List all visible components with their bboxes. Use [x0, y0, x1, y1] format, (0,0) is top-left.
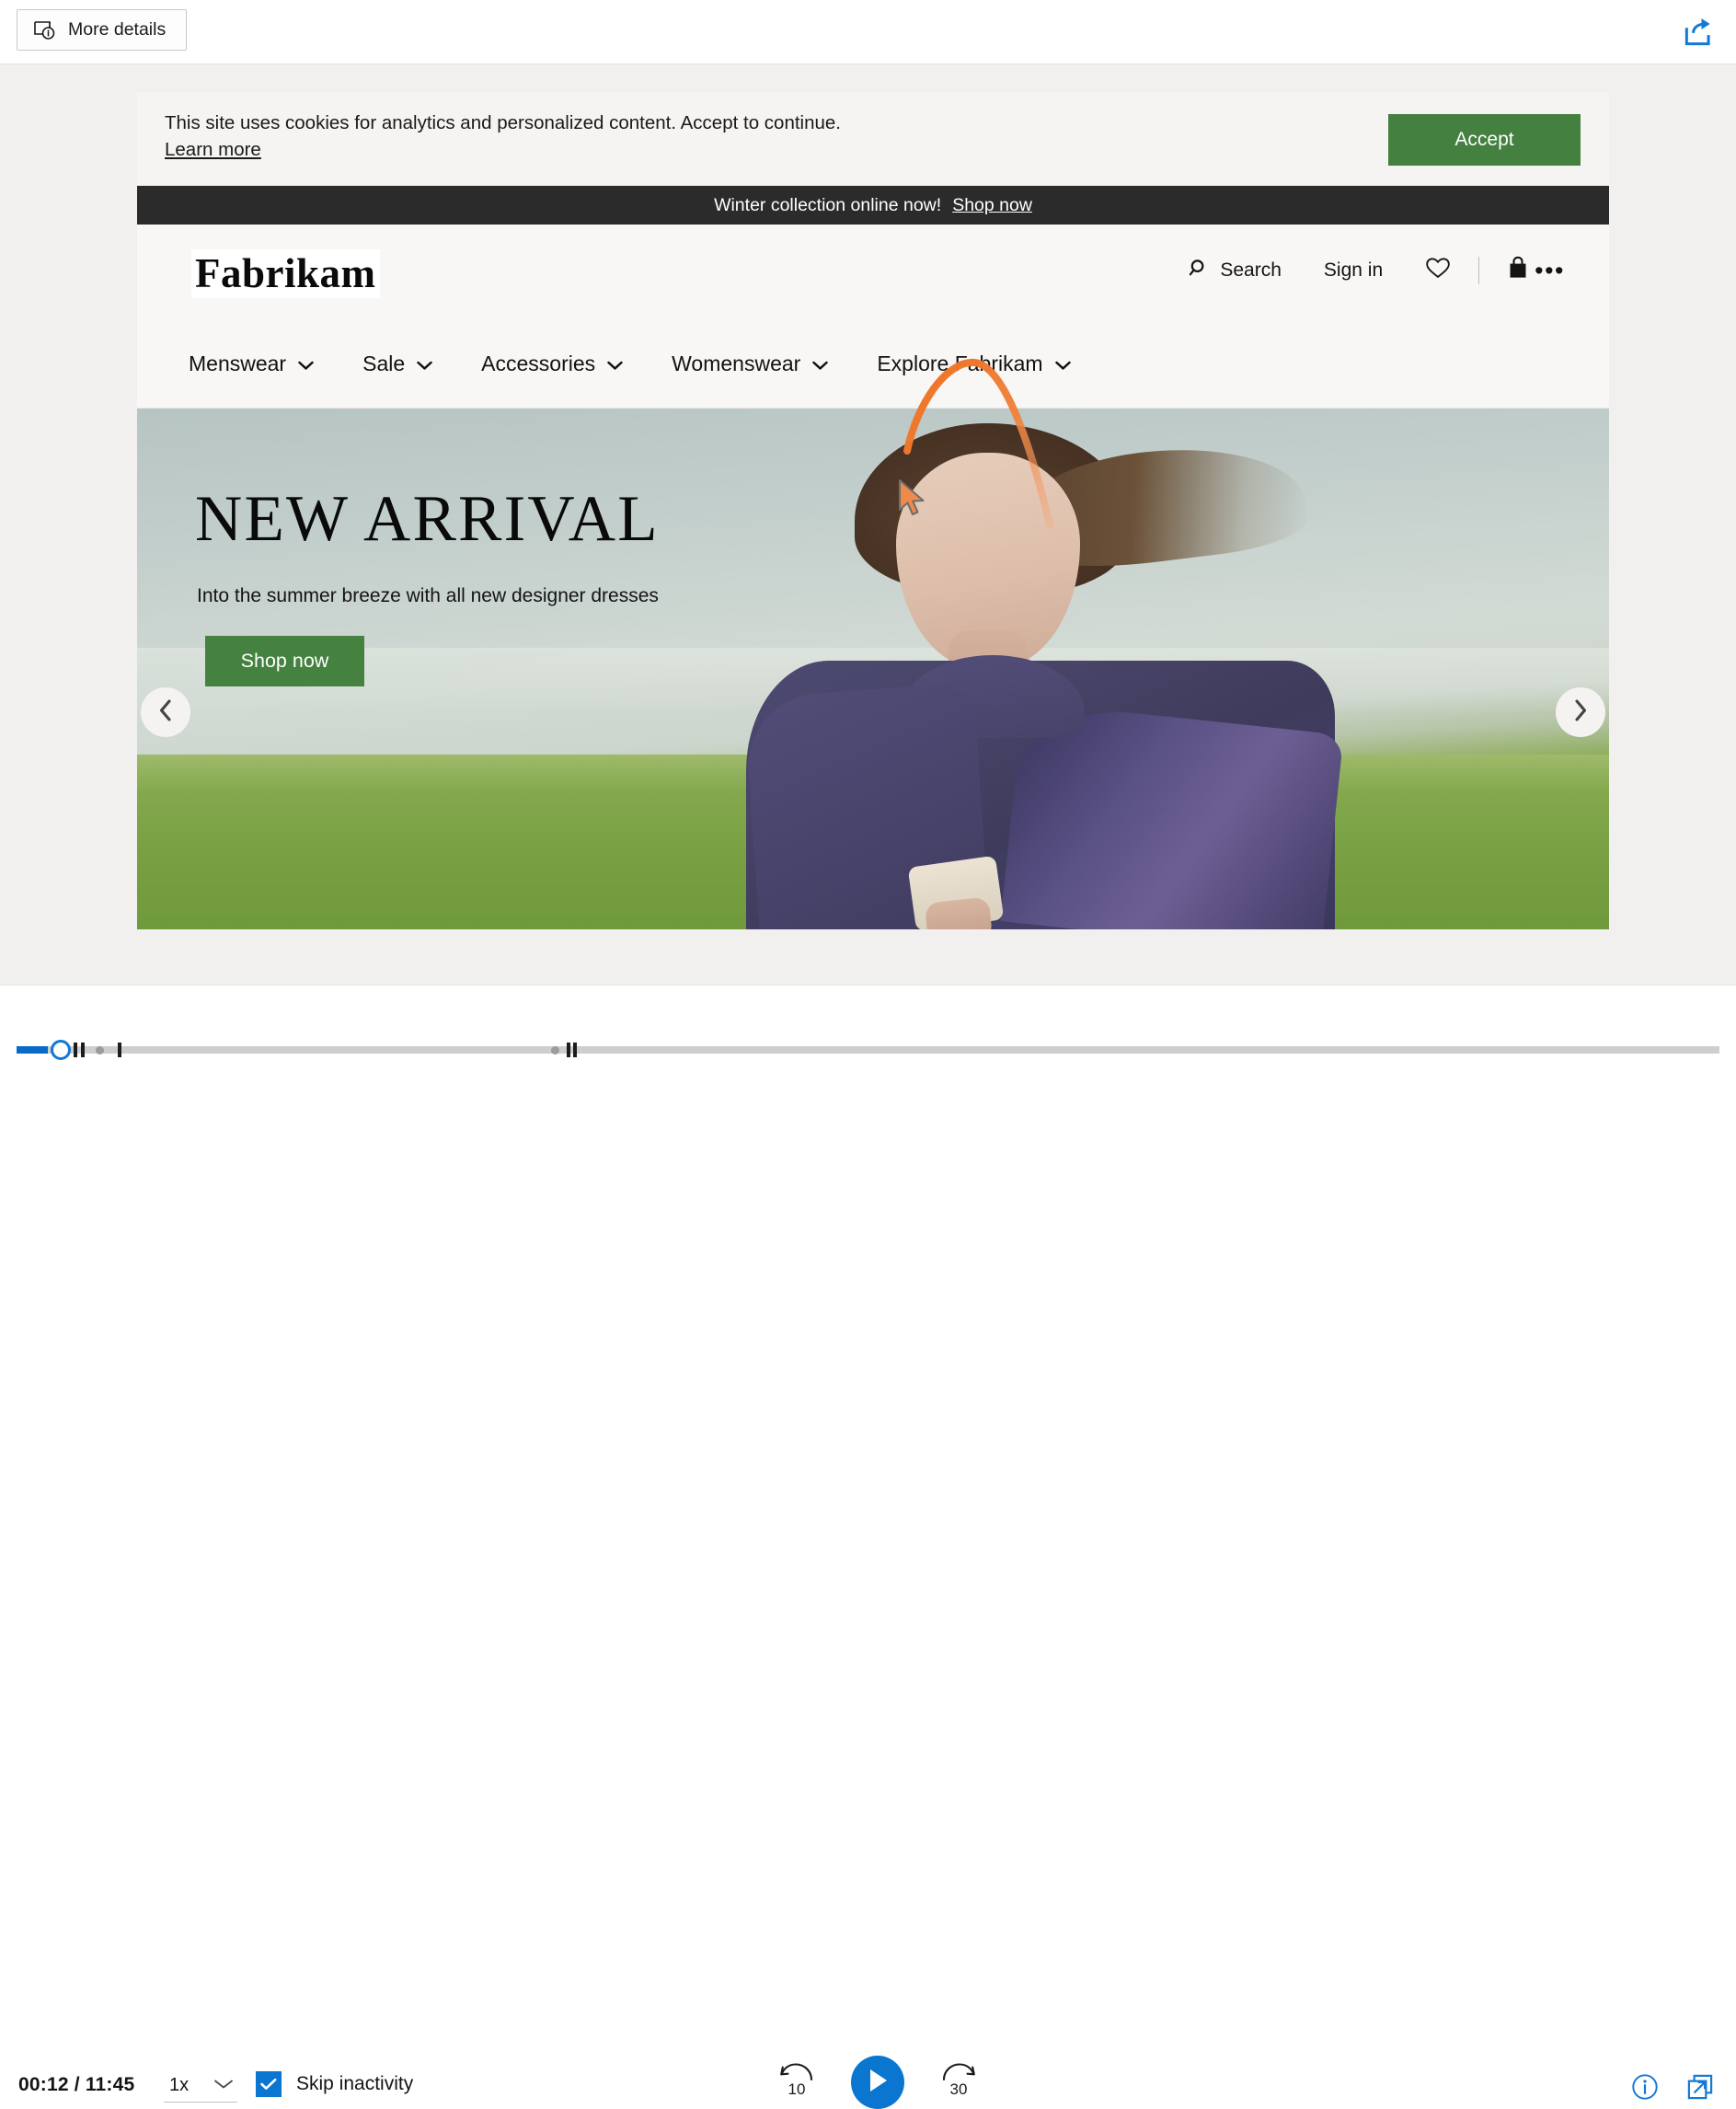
svg-text:10: 10: [788, 2080, 806, 2098]
video-player-controls: 00:12 / 11:45 1x Skip inactivity 10 30: [0, 985, 1736, 2109]
shopping-bag-icon: [1507, 256, 1529, 285]
open-in-new-button[interactable]: [1686, 2073, 1714, 2105]
chevron-right-icon: [1571, 698, 1590, 727]
promo-shop-now-link[interactable]: Shop now: [952, 195, 1032, 216]
play-icon: [866, 2068, 890, 2098]
cookie-consent-message: This site uses cookies for analytics and…: [165, 112, 841, 133]
nav-label: Accessories: [481, 352, 596, 375]
header-divider: [1478, 257, 1480, 284]
info-button[interactable]: [1631, 2073, 1659, 2105]
transport-controls: 10 30: [776, 2056, 980, 2109]
hero-model-photo: [707, 414, 1351, 929]
timeline-marker[interactable]: [567, 1043, 570, 1057]
header-signin-link[interactable]: Sign in: [1324, 259, 1383, 282]
nav-item-accessories[interactable]: Accessories: [481, 352, 623, 376]
details-info-icon: [34, 20, 56, 40]
rewind-10-button[interactable]: 10: [776, 2061, 818, 2104]
timeline-marker[interactable]: [81, 1043, 85, 1057]
chevron-down-icon: [417, 352, 432, 376]
promo-message: Winter collection online now!: [714, 194, 942, 215]
nav-item-womenswear[interactable]: Womenswear: [672, 352, 829, 376]
rewind-10-icon: 10: [776, 2061, 818, 2104]
carousel-next-button[interactable]: [1556, 687, 1605, 737]
open-in-new-icon: [1686, 2074, 1714, 2104]
nav-label: Menswear: [189, 352, 287, 375]
more-details-button[interactable]: More details: [17, 9, 188, 51]
hero-subtitle: Into the summer breeze with all new desi…: [197, 585, 659, 606]
header-search-label: Search: [1220, 259, 1282, 281]
chevron-down-icon: [607, 352, 623, 376]
playback-speed-dropdown[interactable]: 1x: [164, 2069, 237, 2103]
ellipsis-icon[interactable]: •••: [1535, 258, 1565, 282]
nav-item-explore-fabrikam[interactable]: Explore Fabrikam: [877, 352, 1071, 376]
header-utility-nav: Search Sign in •••: [1189, 248, 1565, 293]
forward-30-button[interactable]: 30: [937, 2061, 980, 2104]
nav-label: Explore Fabrikam: [877, 352, 1043, 375]
playback-speed-value: 1x: [169, 2075, 190, 2095]
chevron-left-icon: [156, 698, 175, 727]
playback-timeline[interactable]: [17, 1040, 1719, 1060]
carousel-prev-button[interactable]: [141, 687, 190, 737]
header-signin-label: Sign in: [1323, 259, 1384, 281]
heart-icon: [1425, 256, 1451, 285]
timeline-marker[interactable]: [74, 1043, 77, 1057]
share-icon[interactable]: [1681, 15, 1716, 50]
recording-stage: This site uses cookies for analytics and…: [0, 64, 1736, 985]
timeline-marker[interactable]: [118, 1043, 121, 1057]
skip-inactivity-checkbox[interactable]: [256, 2071, 282, 2097]
header-wishlist-button[interactable]: [1425, 256, 1451, 285]
timeline-track[interactable]: [17, 1046, 1719, 1054]
search-icon: [1189, 258, 1210, 284]
playback-time-display: 00:12 / 11:45: [18, 2074, 135, 2095]
timeline-progress-fill: [17, 1046, 48, 1054]
more-details-label: More details: [68, 19, 167, 40]
nav-item-menswear[interactable]: Menswear: [189, 352, 314, 376]
promo-bar: Winter collection online now! Shop now: [137, 186, 1609, 225]
timeline-scrubber-handle[interactable]: [51, 1040, 71, 1060]
recorded-web-page: This site uses cookies for analytics and…: [137, 92, 1609, 929]
cookie-accept-button[interactable]: Accept: [1388, 114, 1581, 166]
svg-text:30: 30: [950, 2080, 968, 2098]
timeline-marker[interactable]: [573, 1043, 577, 1057]
forward-30-icon: 30: [937, 2061, 980, 2104]
hero-shop-now-button[interactable]: Shop now: [205, 636, 364, 686]
hero-title: NEW ARRIVAL: [195, 483, 660, 555]
cookie-consent-banner: This site uses cookies for analytics and…: [137, 92, 1609, 186]
skip-inactivity-toggle[interactable]: Skip inactivity: [256, 2071, 413, 2097]
skip-inactivity-label: Skip inactivity: [296, 2073, 414, 2094]
chevron-down-icon: [298, 352, 314, 376]
chevron-down-icon: [812, 352, 829, 376]
player-utility-buttons: [1631, 2073, 1714, 2105]
nav-label: Sale: [362, 352, 406, 375]
chevron-down-icon: [1054, 352, 1071, 376]
site-header: Fabrikam Search Sign in •••: [137, 225, 1609, 320]
primary-navigation: Menswear Sale Accessories Womenswear Exp…: [137, 320, 1609, 409]
header-bag-button[interactable]: [1507, 256, 1529, 285]
hero-carousel: NEW ARRIVAL Into the summer breeze with …: [137, 409, 1609, 929]
site-logo[interactable]: Fabrikam: [191, 249, 380, 298]
timeline-event-dot[interactable]: [551, 1046, 559, 1054]
nav-label: Womenswear: [672, 352, 801, 375]
nav-item-sale[interactable]: Sale: [362, 352, 432, 376]
timeline-event-dot[interactable]: [96, 1046, 104, 1054]
cookie-learn-more-link[interactable]: Learn more: [165, 139, 261, 161]
header-search-button[interactable]: Search: [1189, 258, 1282, 284]
chevron-down-icon: [213, 2078, 234, 2094]
app-top-bar: More details: [0, 0, 1736, 64]
play-button[interactable]: [851, 2056, 904, 2109]
info-icon: [1631, 2074, 1659, 2104]
